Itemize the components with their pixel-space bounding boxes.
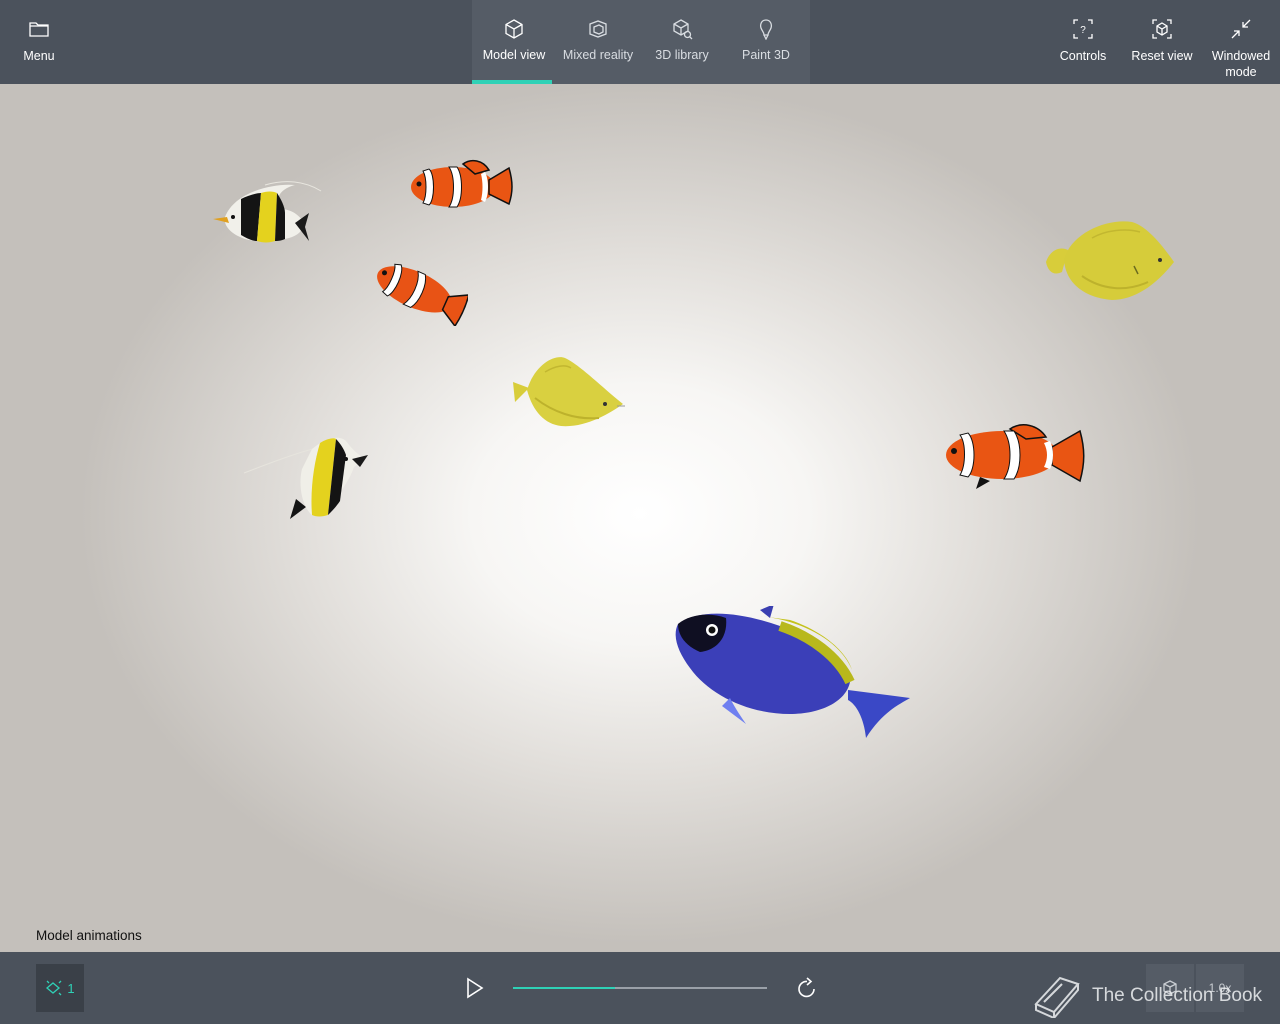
animation-count: 1 xyxy=(67,980,75,996)
replay-icon xyxy=(798,977,815,998)
windowed-mode-icon xyxy=(1230,18,1252,40)
tab-model-view[interactable]: Model view xyxy=(472,0,556,84)
clownfish xyxy=(411,159,513,208)
powder-blue-tang-fish xyxy=(675,606,910,738)
watermark-text: The Collection Book xyxy=(1092,985,1263,1006)
tab-mixed-reality[interactable]: Mixed reality xyxy=(556,0,640,84)
replay-button[interactable] xyxy=(794,976,820,1002)
moorish-idol-fish xyxy=(213,181,322,243)
yellow-tang-fish xyxy=(513,357,625,427)
tab-paint-3d-label: Paint 3D xyxy=(742,48,790,62)
mixed-reality-icon xyxy=(587,18,609,40)
yellow-tang-fish xyxy=(1046,221,1174,300)
top-toolbar: Menu Model view Mixed reality 3D library… xyxy=(0,0,1280,84)
reset-view-icon xyxy=(1151,18,1173,40)
animation-icon xyxy=(46,980,62,996)
svg-text:?: ? xyxy=(1080,25,1086,36)
reset-view-label: Reset view xyxy=(1131,49,1193,63)
play-icon xyxy=(467,977,484,999)
model-viewport[interactable] xyxy=(0,84,1280,952)
library-icon xyxy=(671,18,693,40)
clownfish xyxy=(377,263,468,326)
reset-view-button[interactable]: Reset view xyxy=(1130,0,1194,84)
bottom-playback-bar: 1 1.0x The Collection Book xyxy=(0,952,1280,1024)
paint-icon xyxy=(755,18,777,40)
controls-button[interactable]: ? Controls xyxy=(1052,0,1114,84)
tab-3d-library-label: 3D library xyxy=(655,48,709,62)
windowed-mode-label: Windowed mode xyxy=(1211,49,1271,79)
model-animations-label: Model animations xyxy=(36,928,142,943)
cube-icon xyxy=(503,18,525,40)
menu-label: Menu xyxy=(23,49,55,63)
tab-3d-library[interactable]: 3D library xyxy=(640,0,724,84)
play-button[interactable] xyxy=(462,976,486,1000)
clownfish xyxy=(946,424,1085,489)
book-icon xyxy=(1034,976,1080,1018)
tab-mixed-reality-label: Mixed reality xyxy=(562,48,634,62)
windowed-mode-button[interactable]: Windowed mode xyxy=(1208,0,1274,84)
timeline-progress xyxy=(513,987,615,989)
tab-paint-3d[interactable]: Paint 3D xyxy=(724,0,808,84)
animation-timeline-slider[interactable] xyxy=(513,987,767,989)
controls-label: Controls xyxy=(1059,49,1107,63)
controls-icon: ? xyxy=(1072,18,1094,40)
view-tabs: Model view Mixed reality 3D library Pain… xyxy=(472,0,810,84)
menu-button[interactable]: Menu xyxy=(14,0,64,84)
watermark: The Collection Book xyxy=(1030,974,1270,1018)
folder-icon xyxy=(28,18,50,40)
tab-model-view-label: Model view xyxy=(482,48,546,62)
animation-selector-button[interactable]: 1 xyxy=(36,964,84,1012)
moorish-idol-fish xyxy=(243,437,368,519)
